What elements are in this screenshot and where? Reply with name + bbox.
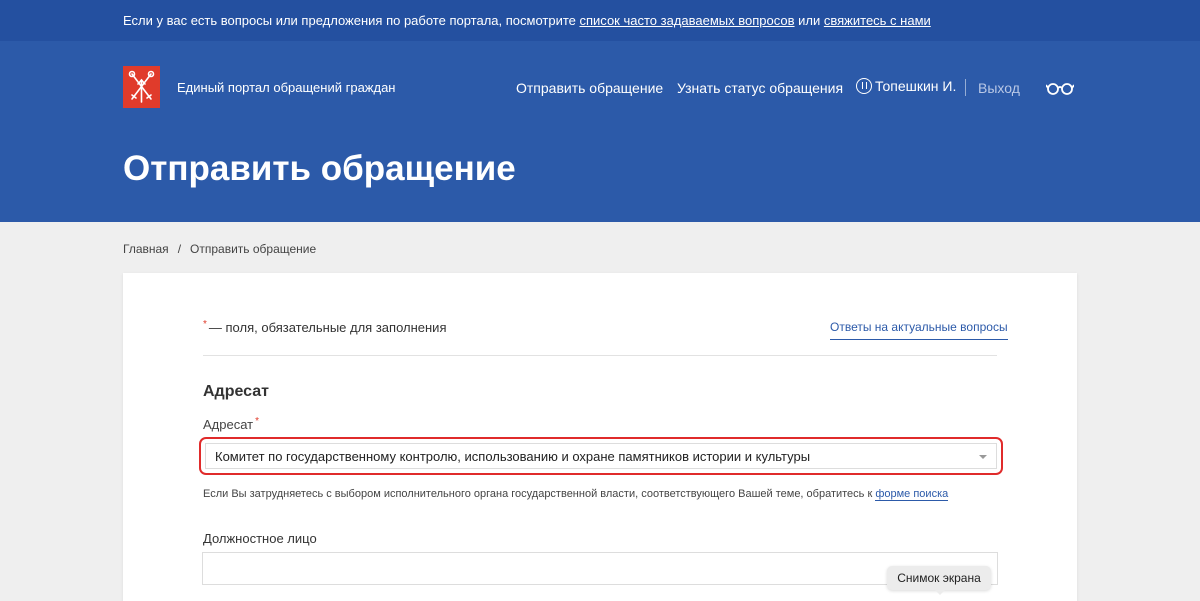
faq-answers-link[interactable]: Ответы на актуальные вопросы [830,320,1008,340]
divider [203,355,997,356]
screenshot-tooltip: Снимок экрана [887,566,991,595]
addressee-selected-value: Комитет по государственному контролю, ис… [215,449,811,464]
info-banner-text-before: Если у вас есть вопросы или предложения … [123,13,580,28]
chevron-down-icon [979,455,987,459]
section-title-addressee: Адресат [203,383,269,400]
user-name: Топешкин И. [875,78,957,94]
breadcrumb: Главная / Отправить обращение [123,242,316,256]
user-menu[interactable]: Топешкин И. [856,78,956,94]
logout-link[interactable]: Выход [978,80,1020,96]
addressee-label: Адресат * [203,416,260,432]
info-banner: Если у вас есть вопросы или предложения … [0,0,1200,41]
official-label: Должностное лицо [203,531,317,546]
addressee-label-text: Адресат [203,417,254,432]
required-note-text: — поля, обязательные для заполнения [208,320,447,335]
required-star: * [203,319,207,330]
appeal-form-card: * — поля, обязательные для заполнения Отв… [123,273,1077,601]
page-title: Отправить обращение [123,149,516,188]
info-banner-text: Если у вас есть вопросы или предложения … [123,13,931,28]
header-divider [965,79,966,96]
info-banner-text-middle: или [794,13,824,28]
search-form-link[interactable]: форме поиска [875,488,949,501]
addressee-hint-text: Если Вы затрудняетесь с выбором исполнит… [203,488,876,500]
nav-check-status[interactable]: Узнать статус обращения [677,80,843,96]
user-icon [856,78,872,94]
site-header: Единый портал обращений граждан Отправит… [0,41,1200,222]
required-star: * [255,416,260,427]
addressee-hint: Если Вы затрудняетесь с выбором исполнит… [203,488,949,501]
nav-send-appeal[interactable]: Отправить обращение [516,80,663,96]
breadcrumb-current: Отправить обращение [190,242,317,256]
addressee-select[interactable]: Комитет по государственному контролю, ис… [205,443,997,469]
breadcrumb-home[interactable]: Главная [123,242,169,256]
coat-of-arms-icon[interactable] [123,66,160,108]
faq-link[interactable]: список часто задаваемых вопросов [580,13,795,28]
addressee-highlight: Комитет по государственному контролю, ис… [199,437,1003,475]
contact-link[interactable]: свяжитесь с нами [824,13,931,28]
portal-name[interactable]: Единый портал обращений граждан [177,80,396,95]
official-field[interactable] [202,552,998,585]
required-note: * — поля, обязательные для заполнения [203,319,447,335]
breadcrumb-separator: / [177,242,182,256]
glasses-icon[interactable] [1045,82,1075,101]
